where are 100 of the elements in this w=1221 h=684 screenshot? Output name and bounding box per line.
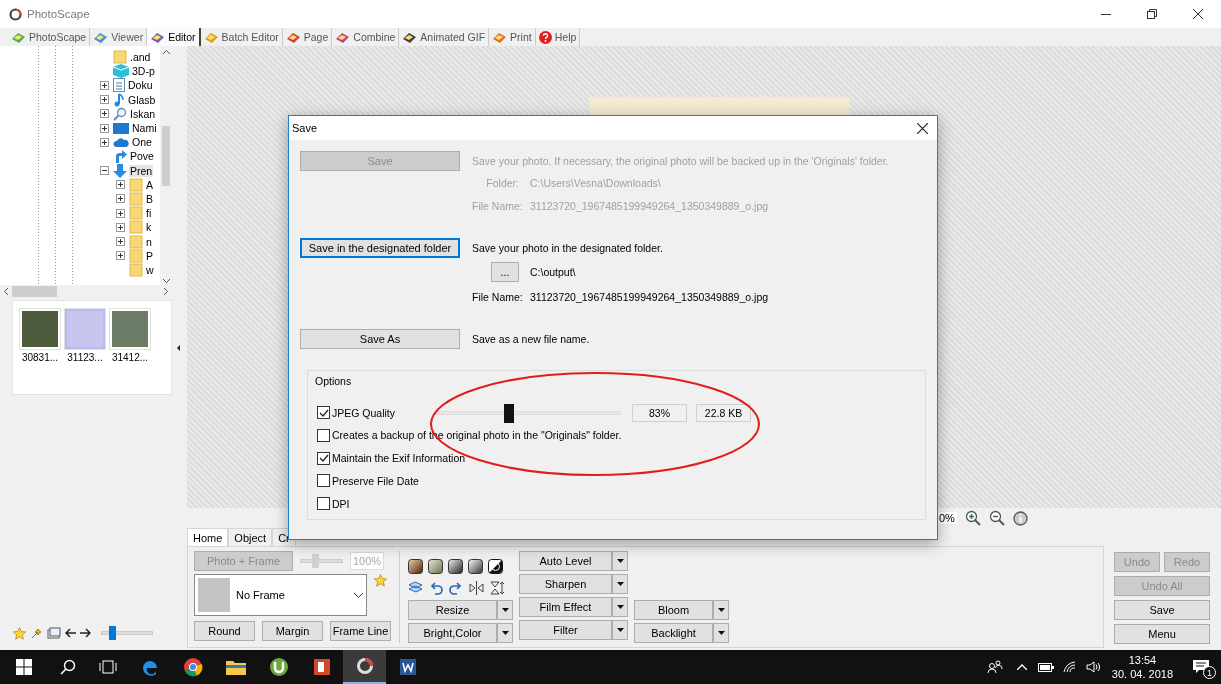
dropdown-button[interactable]: Bright,Color xyxy=(408,623,497,643)
tree-item[interactable]: Pren xyxy=(129,164,154,177)
tree-item[interactable]: w xyxy=(145,263,155,276)
dropdown-button[interactable]: Filter xyxy=(519,620,612,640)
expand-box-icon[interactable] xyxy=(100,109,109,119)
expand-box-icon[interactable] xyxy=(100,123,109,133)
dropdown-arrow-button[interactable] xyxy=(612,597,628,617)
notifications-button[interactable]: 1 xyxy=(1181,650,1221,684)
dropdown-arrow-button[interactable] xyxy=(713,600,729,620)
dropdown-button[interactable]: Resize xyxy=(408,600,497,620)
zoom-out-icon[interactable] xyxy=(988,510,1005,526)
frame-button[interactable]: Margin xyxy=(262,621,323,641)
history-button[interactable]: Menu xyxy=(1114,624,1210,644)
frame-dropdown[interactable]: No Frame xyxy=(194,574,367,616)
tab[interactable]: Object xyxy=(228,528,273,546)
chrome-icon[interactable] xyxy=(182,657,203,677)
expand-box-icon[interactable] xyxy=(116,208,125,218)
expand-box-icon[interactable] xyxy=(100,80,109,90)
collapse-arrow-icon[interactable] xyxy=(177,344,180,351)
document-icon[interactable] xyxy=(397,657,418,677)
tone-icon[interactable] xyxy=(408,558,423,574)
tree-item[interactable]: Pove xyxy=(129,150,155,163)
flip-horizontal-icon[interactable] xyxy=(469,581,484,595)
browse-button[interactable]: ... xyxy=(491,261,519,282)
arrow-right-icon[interactable] xyxy=(80,628,91,638)
dropdown-arrow-button[interactable] xyxy=(612,551,628,571)
scrollbar-thumb[interactable] xyxy=(162,126,170,186)
dropdown-button[interactable]: Backlight xyxy=(634,623,713,643)
expand-box-icon[interactable] xyxy=(116,237,125,247)
tree-item[interactable]: Nami xyxy=(131,122,158,135)
save-option-button[interactable]: Save As xyxy=(300,329,460,349)
expand-box-icon[interactable] xyxy=(116,251,125,261)
dropdown-arrow-button[interactable] xyxy=(612,620,628,640)
tree-item[interactable]: fi xyxy=(145,207,153,220)
checkbox[interactable] xyxy=(317,451,330,465)
tree-item[interactable]: Glasb xyxy=(127,93,157,106)
rotate-right-icon[interactable] xyxy=(449,581,463,595)
star-icon[interactable] xyxy=(13,626,26,640)
dropdown-button[interactable]: Bloom xyxy=(634,600,713,620)
dropdown-arrow-button[interactable] xyxy=(713,623,729,643)
photo-thumbnail[interactable] xyxy=(109,308,151,350)
presentation-icon[interactable] xyxy=(311,657,332,677)
expand-box-icon[interactable] xyxy=(100,95,109,105)
tone-icon[interactable] xyxy=(428,558,443,574)
tree-item[interactable]: k xyxy=(145,221,153,234)
checkbox[interactable] xyxy=(317,497,330,511)
save-option-button[interactable]: Save in the designated folder xyxy=(300,238,460,258)
expand-box-icon[interactable] xyxy=(116,222,125,232)
tone-icon[interactable] xyxy=(468,558,483,574)
dropdown-arrow-button[interactable] xyxy=(612,574,628,594)
collapse-box-icon[interactable] xyxy=(100,166,109,176)
slider-thumb[interactable] xyxy=(504,403,514,423)
tab[interactable]: Home xyxy=(187,528,229,546)
expand-box-icon[interactable] xyxy=(116,194,125,204)
contrast-icon[interactable] xyxy=(488,558,503,574)
tab[interactable]: Editor xyxy=(147,28,201,46)
document-icon xyxy=(113,78,125,93)
tree-item[interactable]: P xyxy=(145,249,154,262)
dropdown-button[interactable]: Auto Level xyxy=(519,551,612,571)
tree-item[interactable]: Iskan xyxy=(129,107,157,120)
torrent-icon[interactable] xyxy=(268,657,289,677)
checkbox[interactable] xyxy=(317,428,330,442)
info-icon[interactable] xyxy=(1012,510,1028,526)
photo-thumbnail[interactable] xyxy=(19,308,61,350)
photo-thumbnail[interactable] xyxy=(64,308,106,350)
frame-button[interactable]: Round xyxy=(194,621,255,641)
slider-thumb[interactable] xyxy=(109,626,116,640)
dropdown-button[interactable]: Film Effect xyxy=(519,597,612,617)
layers-icon[interactable] xyxy=(408,581,423,595)
tree-item[interactable]: .and xyxy=(129,51,152,64)
folder-icon[interactable] xyxy=(225,659,246,675)
star-icon[interactable] xyxy=(374,574,387,587)
checkbox[interactable] xyxy=(317,474,330,488)
tree-item[interactable]: n xyxy=(145,235,153,248)
tree-item[interactable]: B xyxy=(145,192,154,205)
tree-item[interactable]: A xyxy=(145,178,154,191)
flip-vertical-icon[interactable] xyxy=(490,581,505,595)
arrow-left-icon[interactable] xyxy=(65,628,76,638)
chevron-up-icon[interactable] xyxy=(162,50,170,54)
dropdown-button[interactable]: Sharpen xyxy=(519,574,612,594)
expand-box-icon[interactable] xyxy=(100,137,109,147)
rotate-left-icon[interactable] xyxy=(429,581,443,595)
tree-item[interactable]: 3D-p xyxy=(131,65,156,78)
zoom-in-icon[interactable] xyxy=(964,510,981,526)
scrollbar-thumb[interactable] xyxy=(12,286,57,297)
chevron-down-icon[interactable] xyxy=(162,279,170,283)
checkbox[interactable] xyxy=(317,406,330,420)
chevron-right-icon[interactable] xyxy=(164,287,168,295)
frame-button[interactable]: Frame Line xyxy=(330,621,391,641)
taskbar-app[interactable] xyxy=(343,650,386,684)
chevron-left-icon[interactable] xyxy=(4,287,8,295)
photoscape-icon[interactable] xyxy=(354,656,375,676)
expand-box-icon[interactable] xyxy=(116,180,125,190)
tree-item[interactable]: One xyxy=(131,136,153,149)
dropdown-arrow-button[interactable] xyxy=(497,600,513,620)
tree-item[interactable]: Doku xyxy=(127,79,154,92)
dropdown-arrow-button[interactable] xyxy=(497,623,513,643)
tone-icon[interactable] xyxy=(448,558,463,574)
history-button[interactable]: Save xyxy=(1114,600,1210,620)
photos-icon[interactable] xyxy=(47,626,61,640)
